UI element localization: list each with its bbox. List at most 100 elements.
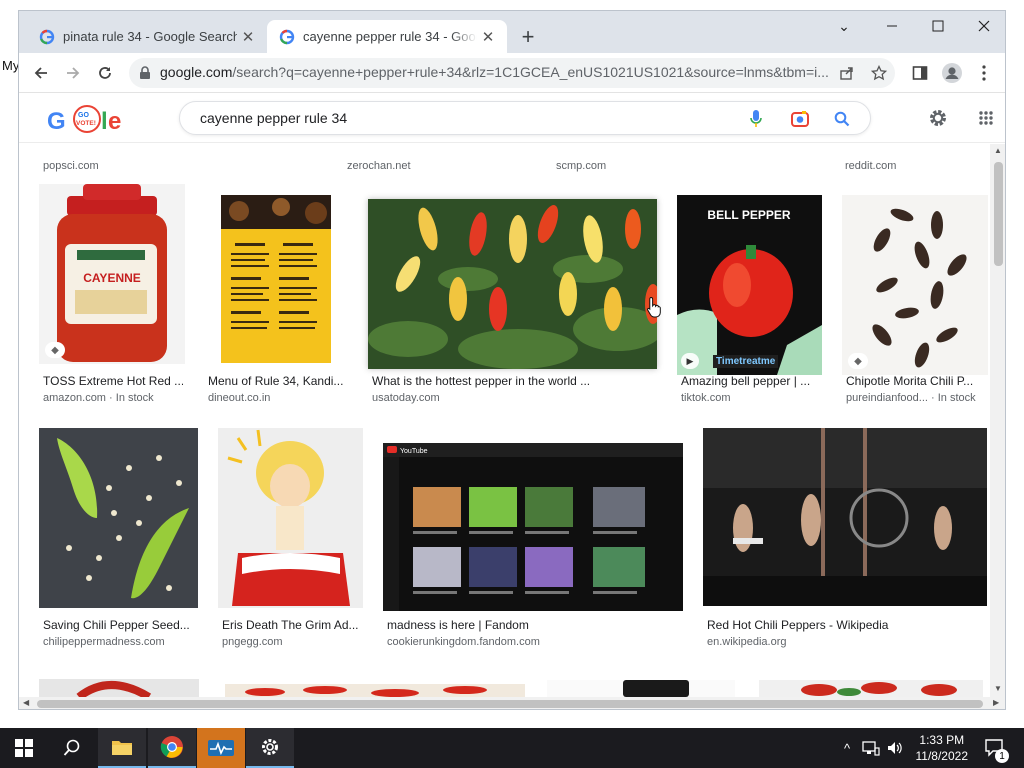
result-thumbnail[interactable] [218, 428, 363, 608]
result-thumbnail[interactable] [368, 199, 657, 369]
result-source[interactable]: reddit.com [845, 160, 896, 172]
image-result[interactable]: Menu of Rule 34, Kandi... dineout.co.in [204, 184, 354, 416]
action-center-button[interactable]: 1 [980, 728, 1010, 768]
result-thumbnail[interactable] [225, 684, 525, 697]
scroll-left-arrow-icon[interactable]: ◀ [23, 698, 29, 707]
back-button[interactable] [27, 59, 55, 87]
result-source[interactable]: en.wikipedia.org [707, 636, 787, 648]
close-window-button[interactable] [961, 11, 1005, 41]
image-result[interactable]: Eris Death The Grim Ad... pngegg.com [218, 428, 368, 658]
tab-pinata-search[interactable]: pinata rule 34 - Google Search ✕ [27, 20, 267, 53]
chrome-button[interactable] [148, 728, 196, 768]
vertical-scroll-thumb[interactable] [994, 162, 1003, 266]
google-doodle-logo[interactable]: G GO VOTE! l e [47, 105, 131, 135]
show-hidden-icons-chevron-icon[interactable]: ^ [838, 728, 856, 768]
youtube-logo-text: YouTube [400, 448, 428, 455]
result-title[interactable]: Eris Death The Grim Ad... [222, 618, 362, 632]
result-thumbnail[interactable] [547, 680, 735, 697]
source-domain: amazon.com [43, 392, 106, 404]
address-url[interactable]: google.com/search?q=cayenne+pepper+rule+… [160, 64, 828, 80]
image-result[interactable]: Red Hot Chili Peppers - Wikipedia en.wik… [703, 428, 990, 658]
bookmark-star-icon[interactable] [869, 63, 889, 83]
svg-text:e: e [108, 108, 121, 135]
profile-avatar-icon[interactable] [941, 62, 963, 84]
search-submit-icon[interactable] [832, 109, 852, 129]
more-menu-icon[interactable] [973, 62, 995, 84]
image-result[interactable]: BELL PEPPER Timetreatme ▶ Amazing bell p… [677, 184, 829, 416]
result-source[interactable]: cookierunkingdom.fandom.com [387, 636, 540, 648]
search-icon [63, 739, 80, 756]
desktop-icon-label[interactable]: My [2, 58, 19, 73]
side-panel-icon[interactable] [909, 62, 931, 84]
image-result[interactable]: What is the hottest pepper in the world … [368, 184, 661, 416]
result-title[interactable]: Saving Chili Pepper Seed... [43, 618, 193, 632]
result-source[interactable]: dineout.co.in [208, 392, 270, 404]
result-source[interactable]: pureindianfood... · In stock [846, 392, 990, 404]
tab-search-chevron-icon[interactable]: ⌄ [821, 11, 867, 41]
result-title[interactable]: Chipotle Morita Chili P... [846, 374, 986, 388]
system-clock[interactable]: 1:33 PM 11/8/2022 [916, 732, 969, 764]
scroll-down-arrow-icon[interactable]: ▼ [994, 684, 1002, 693]
result-source[interactable]: amazon.com · In stock [43, 392, 187, 404]
result-thumbnail[interactable] [759, 680, 983, 697]
tab-cayenne-search[interactable]: cayenne pepper rule 34 - Google Search ✕ [267, 20, 507, 53]
result-source[interactable]: usatoday.com [372, 392, 440, 404]
result-title[interactable]: madness is here | Fandom [387, 618, 683, 632]
shopping-tag-icon: ◆ [848, 353, 868, 369]
result-title[interactable]: Amazing bell pepper | ... [681, 374, 827, 388]
address-bar[interactable]: google.com/search?q=cayenne+pepper+rule+… [129, 58, 895, 88]
vertical-scrollbar[interactable]: ▲ ▼ [990, 144, 1005, 697]
lens-camera-icon[interactable] [790, 109, 810, 129]
image-result[interactable]: ◆ Chipotle Morita Chili P... pureindianf… [842, 184, 990, 416]
search-box[interactable]: cayenne pepper rule 34 [179, 101, 871, 135]
settings-button[interactable] [246, 728, 294, 768]
minimize-button[interactable] [869, 11, 915, 41]
voice-search-mic-icon[interactable] [746, 109, 766, 129]
result-thumbnail[interactable] [39, 428, 198, 608]
volume-speaker-icon[interactable] [884, 728, 906, 768]
image-result[interactable]: YouTube madness is here | Fandom cookier… [383, 428, 689, 658]
result-thumbnail[interactable]: ◆ [842, 195, 988, 375]
reload-icon [99, 67, 111, 79]
new-tab-button[interactable]: + [516, 24, 540, 49]
result-title[interactable]: What is the hottest pepper in the world … [372, 374, 656, 388]
maximize-button[interactable] [915, 11, 961, 41]
windows-taskbar: ^ 1:33 PM 11/8/2022 1 [0, 728, 1024, 768]
result-title[interactable]: TOSS Extreme Hot Red ... [43, 374, 183, 388]
result-thumbnail[interactable] [39, 679, 199, 697]
horizontal-scrollbar[interactable]: ◀ ▶ [19, 697, 1005, 709]
result-thumbnail[interactable] [221, 195, 331, 363]
result-source[interactable]: chilipeppermadness.com [43, 636, 165, 648]
result-thumbnail[interactable] [703, 428, 987, 606]
result-title[interactable]: Red Hot Chili Peppers - Wikipedia [707, 618, 987, 632]
search-button[interactable] [48, 728, 96, 768]
start-button[interactable] [0, 728, 48, 768]
result-thumbnail[interactable]: CAYENNE ◆ [39, 184, 185, 364]
network-icon[interactable] [860, 728, 882, 768]
google-apps-grid-icon[interactable] [974, 106, 998, 130]
share-icon[interactable] [837, 63, 857, 83]
image-result[interactable]: Saving Chili Pepper Seed... chilipepperm… [39, 428, 199, 658]
settings-gear-icon[interactable] [926, 106, 950, 130]
result-thumbnail[interactable]: BELL PEPPER Timetreatme ▶ [677, 195, 822, 375]
result-source[interactable]: zerochan.net [347, 160, 411, 172]
search-input[interactable]: cayenne pepper rule 34 [200, 110, 347, 126]
tab-close-icon[interactable]: ✕ [477, 26, 499, 48]
result-title[interactable]: Menu of Rule 34, Kandi... [208, 374, 354, 388]
result-source[interactable]: scmp.com [556, 160, 606, 172]
result-thumbnail[interactable]: YouTube [383, 443, 683, 611]
result-source[interactable]: tiktok.com [681, 392, 731, 404]
file-explorer-button[interactable] [98, 728, 146, 768]
result-source[interactable]: pngegg.com [222, 636, 283, 648]
folder-icon [112, 741, 132, 755]
reload-button[interactable] [91, 59, 119, 87]
stock-status: In stock [937, 392, 976, 404]
tab-close-icon[interactable]: ✕ [237, 26, 259, 48]
result-source[interactable]: popsci.com [43, 160, 99, 172]
forward-button[interactable] [59, 59, 87, 87]
horizontal-scroll-thumb[interactable] [37, 700, 983, 708]
monitor-app-button[interactable] [197, 728, 245, 768]
scroll-right-arrow-icon[interactable]: ▶ [993, 698, 999, 707]
scroll-up-arrow-icon[interactable]: ▲ [994, 146, 1002, 155]
image-result[interactable]: CAYENNE ◆ TOSS Extreme Hot Red ... amazo… [39, 184, 187, 416]
